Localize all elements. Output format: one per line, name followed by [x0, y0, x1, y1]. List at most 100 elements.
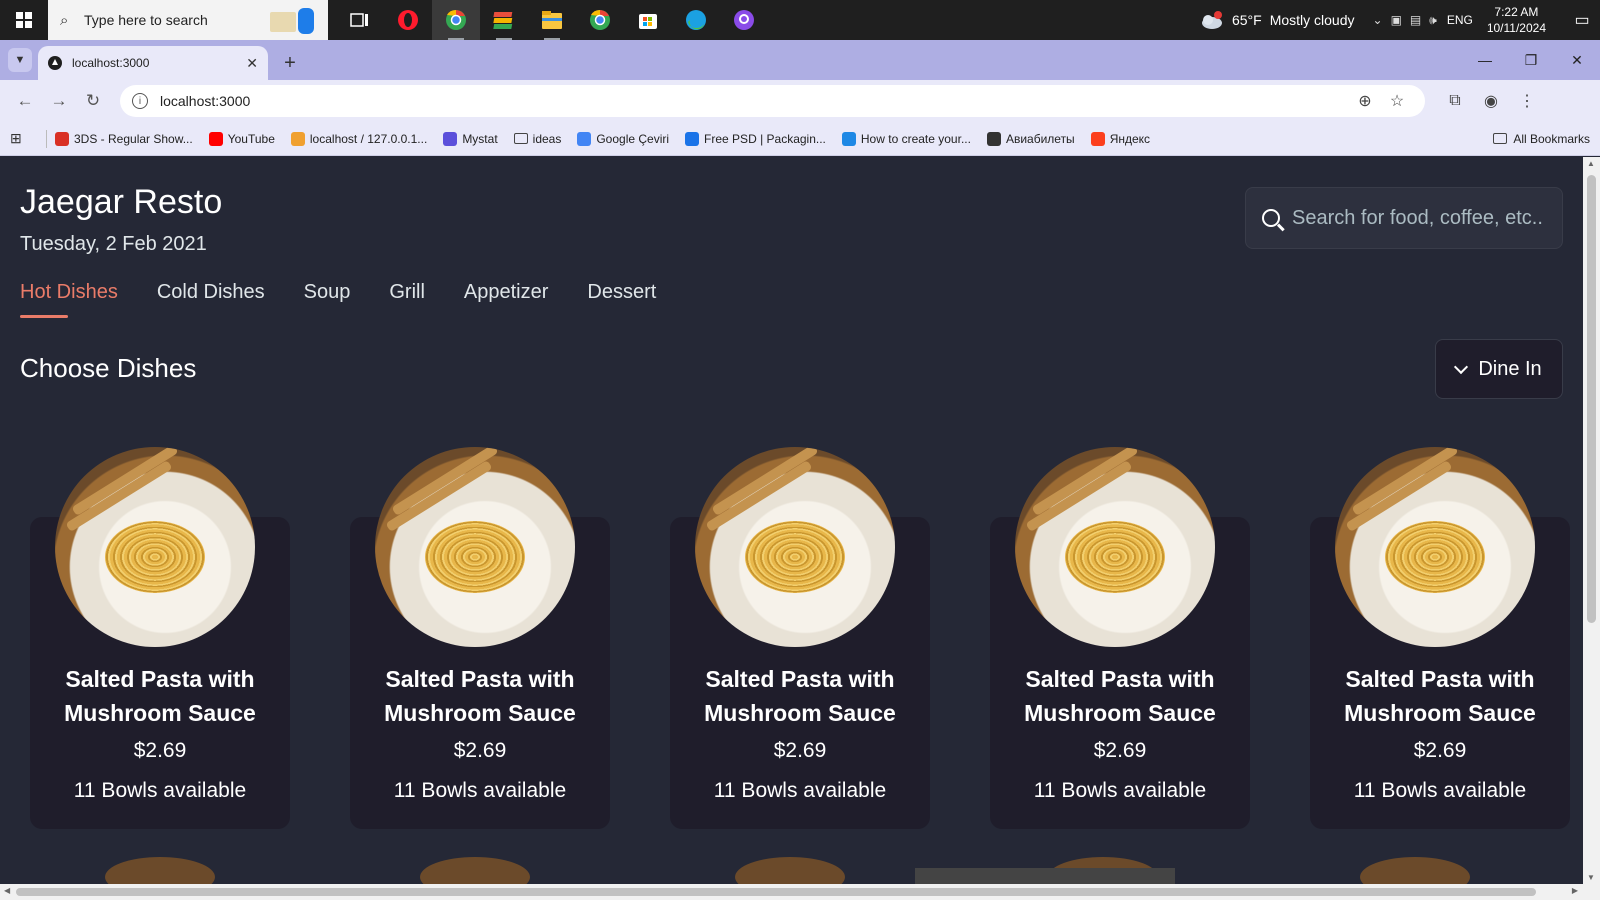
horizontal-scrollbar[interactable]: ◀ ▶ [0, 884, 1600, 900]
tab-cold-dishes[interactable]: Cold Dishes [157, 281, 265, 318]
tab-search-dropdown-icon[interactable]: ▼ [8, 48, 32, 72]
dish-image [55, 447, 255, 647]
tab-appetizer[interactable]: Appetizer [464, 281, 549, 318]
extensions-icon[interactable]: ⧉ [1437, 92, 1473, 110]
task-view-icon[interactable] [336, 0, 384, 40]
order-type-dropdown[interactable]: Dine In [1435, 339, 1563, 399]
chrome-icon[interactable] [576, 0, 624, 40]
next-row-dish-image [735, 857, 845, 884]
bookmark-item[interactable]: Google Çeviri [577, 131, 669, 146]
github-icon[interactable] [720, 0, 768, 40]
volume-icon[interactable]: 🕪 [1429, 13, 1437, 28]
close-window-icon[interactable]: ✕ [1554, 52, 1600, 69]
bookmark-item[interactable]: YouTube [208, 131, 275, 146]
dish-card[interactable]: Salted Pasta with Mushroom Sauce $2.69 11 … [350, 447, 610, 829]
apps-grid-icon[interactable]: ⊞ [10, 130, 38, 147]
zoom-icon[interactable]: ⊕ [1349, 91, 1381, 111]
taskbar-search-placeholder: Type here to search [84, 12, 208, 28]
bookmark-item[interactable]: ideas [513, 132, 561, 146]
scroll-down-icon[interactable]: ▼ [1587, 873, 1595, 882]
bookmark-item[interactable]: Free PSD | Packagin... [685, 131, 826, 146]
next-row-dish-image [105, 857, 215, 884]
bookmark-item[interactable]: localhost / 127.0.0.1... [290, 131, 428, 146]
search-icon: ⌕ [60, 11, 69, 29]
new-tab-button[interactable]: + [274, 46, 306, 80]
chrome-menu-icon[interactable]: ⋮ [1509, 91, 1545, 111]
bookmark-item[interactable]: Mystat [443, 131, 498, 146]
network-icon[interactable]: ▤ [1410, 13, 1421, 28]
device-icon[interactable]: ▣ [1391, 13, 1402, 28]
bookmark-item[interactable]: Авиабилеты [986, 131, 1075, 146]
chevron-up-icon[interactable]: ⌄ [1373, 13, 1383, 28]
tab-hot-dishes[interactable]: Hot Dishes [20, 281, 118, 318]
dish-card[interactable]: Salted Pasta with Mushroom Sauce $2.69 11 … [670, 447, 930, 829]
taskbar-clock[interactable]: 7:22 AM 10/11/2024 [1487, 4, 1546, 36]
back-icon[interactable]: ← [8, 91, 42, 111]
language-indicator[interactable]: ENG [1447, 13, 1473, 27]
forward-icon[interactable]: → [42, 91, 76, 111]
dish-image [1335, 447, 1535, 647]
horizontal-scroll-thumb[interactable] [16, 888, 1536, 896]
close-tab-icon[interactable]: ✕ [246, 55, 258, 72]
all-bookmarks-button[interactable]: All Bookmarks [1493, 132, 1590, 146]
bookmark-favicon-icon [1090, 131, 1105, 146]
edge-icon[interactable] [672, 0, 720, 40]
food-search[interactable] [1245, 187, 1563, 249]
dish-availability: 11 Bowls available [73, 779, 247, 802]
dish-name: Salted Pasta with Mushroom Sauce [64, 666, 256, 726]
bookmark-label: localhost / 127.0.0.1... [309, 131, 428, 146]
weather-widget[interactable]: 65°F Mostly cloudy [1198, 10, 1355, 30]
chopsticks-graphic [391, 447, 499, 517]
dish-availability: 11 Bowls available [393, 779, 567, 802]
tab-title: localhost:3000 [72, 56, 150, 70]
dish-availability: 11 Bowls available [1033, 779, 1207, 802]
food-search-input[interactable] [1292, 206, 1552, 230]
browser-tab[interactable]: localhost:3000 ✕ [38, 46, 268, 80]
video-thumbnail [915, 868, 1175, 884]
file-explorer-icon[interactable] [528, 0, 576, 40]
bookmark-item[interactable]: How to create your... [841, 131, 971, 146]
address-url[interactable]: localhost:3000 [160, 93, 1349, 109]
tab-dessert[interactable]: Dessert [587, 281, 656, 318]
dish-card[interactable]: Salted Pasta with Mushroom Sauce $2.69 11 … [990, 447, 1250, 829]
dish-card[interactable]: Salted Pasta with Mushroom Sauce $2.69 11 … [30, 447, 290, 829]
bookmark-item[interactable]: 3DS - Regular Show... [55, 131, 193, 146]
scroll-right-icon[interactable]: ▶ [1572, 886, 1578, 895]
address-bar[interactable]: i localhost:3000 ⊕ ☆ [120, 85, 1425, 117]
dish-name: Salted Pasta with Mushroom Sauce [704, 666, 896, 726]
chopsticks-graphic [71, 447, 179, 517]
app-viewport: Jaegar Resto Tuesday, 2 Feb 2021 Hot Dis… [0, 157, 1583, 884]
tab-grill[interactable]: Grill [389, 281, 425, 318]
scroll-left-icon[interactable]: ◀ [4, 886, 10, 895]
profile-avatar-icon[interactable]: ◉ [1473, 91, 1509, 111]
vertical-scrollbar[interactable]: ▲ ▼ [1583, 157, 1600, 884]
reload-icon[interactable]: ↻ [76, 91, 110, 111]
windows-taskbar: ⌕ Type here to search 65°F Mostly cloudy… [0, 0, 1600, 40]
bookmark-item[interactable]: Яндекс [1090, 131, 1150, 146]
microsoft-store-icon[interactable] [624, 0, 672, 40]
vertical-scroll-thumb[interactable] [1587, 175, 1596, 623]
notification-icon[interactable]: ▭ [1564, 10, 1600, 30]
dish-card[interactable]: Salted Pasta with Mushroom Sauce $2.69 11 … [1310, 447, 1570, 829]
start-button[interactable] [0, 0, 48, 40]
restore-window-icon[interactable]: ❐ [1508, 52, 1554, 69]
chrome-active-icon[interactable] [432, 0, 480, 40]
opera-icon[interactable] [384, 0, 432, 40]
system-tray[interactable]: ⌄ ▣ ▤ 🕪 [1373, 13, 1437, 28]
bookmark-label: 3DS - Regular Show... [74, 131, 193, 146]
clock-date: 10/11/2024 [1486, 21, 1546, 35]
search-icon [1262, 209, 1280, 227]
minimize-window-icon[interactable]: — [1462, 52, 1508, 68]
taskbar-search[interactable]: ⌕ Type here to search [48, 0, 328, 40]
dish-price: $2.69 [1413, 739, 1467, 762]
bookmark-star-icon[interactable]: ☆ [1381, 91, 1413, 111]
scroll-up-icon[interactable]: ▲ [1587, 159, 1595, 168]
stack-app-icon[interactable] [480, 0, 528, 40]
dish-availability: 11 Bowls available [1353, 779, 1527, 802]
site-info-icon[interactable]: i [132, 93, 148, 109]
tab-soup[interactable]: Soup [304, 281, 351, 318]
bookmark-favicon-icon [443, 131, 458, 146]
dish-price: $2.69 [453, 739, 507, 762]
bookmark-favicon-icon [986, 131, 1001, 146]
folder-icon [513, 133, 528, 144]
